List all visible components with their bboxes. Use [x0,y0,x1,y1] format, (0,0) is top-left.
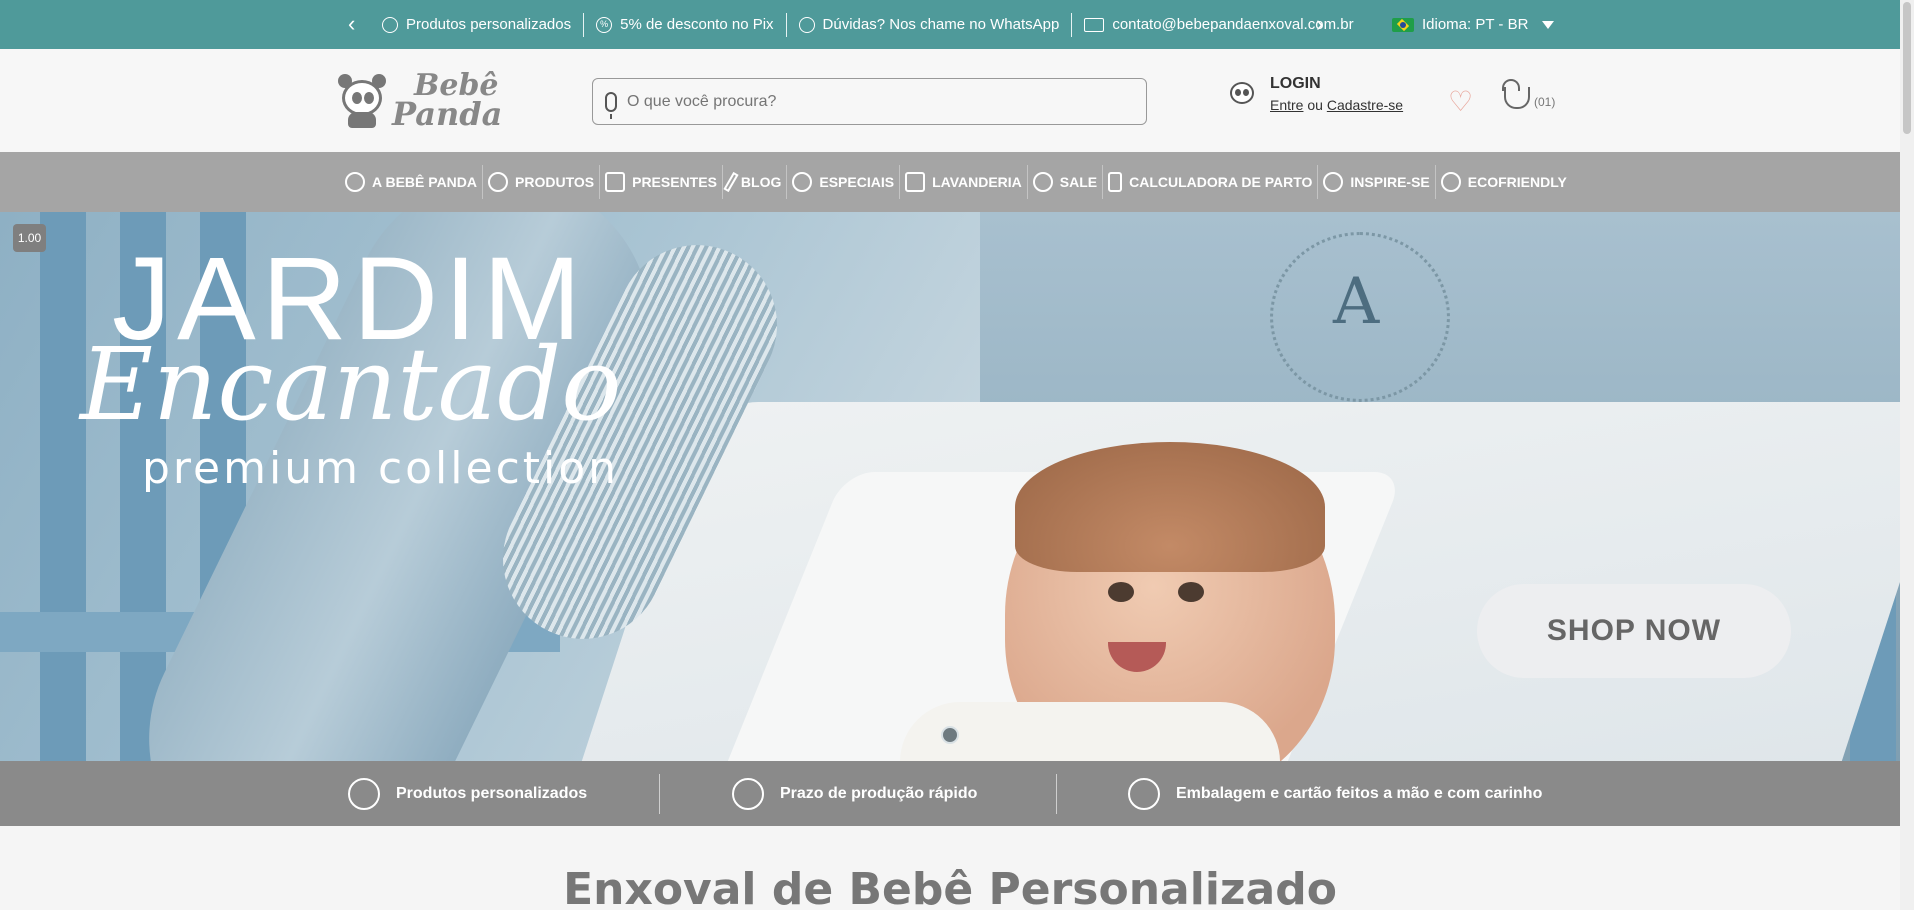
nav-item-a-bebe-panda[interactable]: A BEBÊ PANDA [340,165,484,199]
nav-item-calculadora-de-parto[interactable]: CALCULADORA DE PARTO [1103,165,1319,199]
announcement-bar: ‹ Produtos personalizados % 5% de descon… [0,0,1900,49]
mobile-toy-icon [488,172,509,192]
page: ‹ Produtos personalizados % 5% de descon… [0,0,1914,910]
nav-label: SALE [1059,174,1098,190]
hero-subtitle: premium collection [142,443,620,494]
shop-now-button[interactable]: SHOP NOW [1477,584,1791,678]
nav-item-lavanderia[interactable]: LAVANDERIA [900,165,1028,199]
heart-hand-icon [1128,777,1160,810]
benefit-divider [1056,774,1057,814]
language-label: Idioma: PT - BR [1422,16,1529,33]
pencil-icon [723,171,739,193]
section-title: Enxoval de Bebê Personalizado [563,864,1337,910]
sale-icon [1032,172,1053,192]
hero-banner[interactable]: A JARDIM Encantado premium collection SH… [0,212,1900,761]
nav-label: ECOFRIENDLY [1467,174,1567,190]
announcement-item-personalized[interactable]: Produtos personalizados [370,12,585,37]
nav-label: BLOG [740,174,782,190]
page-scrollbar[interactable] [1900,0,1914,910]
nav-item-sale[interactable]: SALE [1028,165,1104,199]
panda-user-icon [1228,78,1256,110]
announcement-item-whatsapp[interactable]: Dúvidas? Nos chame no WhatsApp [787,12,1073,37]
carousel-dot-active[interactable] [941,726,959,744]
announcement-items: Produtos personalizados % 5% de desconto… [370,0,1366,49]
nav-label: INSPIRE-SE [1350,174,1430,190]
announcement-label: Produtos personalizados [406,16,572,33]
nav-item-blog[interactable]: BLOG [723,165,788,199]
login-title: LOGIN [1270,75,1321,92]
wishlist-heart-icon[interactable]: ♡ [1448,88,1473,116]
embroidered-monogram: A [1270,232,1450,402]
nav-label: PRODUTOS [515,174,595,190]
benefit-label: Prazo de produção rápido [780,784,978,802]
site-header: Bebê Panda LOGIN Entre ou Cadastre-se ♡ [0,49,1900,152]
crib-slat [40,212,86,761]
chevron-down-icon [1542,20,1555,29]
fast-timer-icon [732,777,764,810]
stars-icon [1323,172,1344,192]
nav-item-inspire-se[interactable]: INSPIRE-SE [1318,165,1436,199]
hero-title-line-2: Encantado [80,326,622,443]
microphone-icon[interactable] [605,91,617,119]
benefit-handmade-packaging: Embalagem e cartão feitos a mão e com ca… [1128,761,1542,826]
search-bar [592,78,1147,125]
panda-icon [345,172,365,192]
benefit-label: Produtos personalizados [396,784,588,802]
baby-eye [1108,582,1134,602]
baby-hair [1015,442,1325,572]
benefit-label: Embalagem e cartão feitos a mão e com ca… [1176,784,1543,802]
announcement-next-button[interactable]: › [1316,12,1323,36]
login-link[interactable]: Entre [1270,97,1303,113]
zoom-indicator: 1.00 [13,224,46,252]
nav-label: ESPECIAIS [819,174,895,190]
nav-items: A BEBÊ PANDA PRODUTOS PRESENTES BLOG ESP… [340,152,1572,212]
nav-label: CALCULADORA DE PARTO [1129,174,1313,190]
baby-eye [1178,582,1204,602]
percent-icon: % [596,16,613,33]
scrollbar-thumb[interactable] [1903,2,1911,134]
announcement-label: Dúvidas? Nos chame no WhatsApp [822,16,1060,33]
whatsapp-icon [798,16,815,33]
logo-text: Bebê Panda [392,71,503,133]
nav-item-especiais[interactable]: ESPECIAIS [787,165,901,199]
calculator-icon [1108,172,1123,192]
benefit-personalized: Produtos personalizados [348,761,587,826]
nav-label: LAVANDERIA [932,174,1022,190]
benefit-fast-production: Prazo de produção rápido [732,761,977,826]
palette-icon [348,777,380,810]
brazil-flag-icon [1392,17,1414,32]
nav-item-ecofriendly[interactable]: ECOFRIENDLY [1436,165,1572,199]
logo-line-2: Panda [392,95,503,133]
search-input[interactable] [627,92,1107,111]
baby-carriage-cart-icon [1502,79,1530,109]
special-icon [792,172,813,192]
leaf-hand-icon [1440,172,1461,192]
announcement-item-pix[interactable]: % 5% de desconto no Pix [584,12,787,37]
announcement-prev-button[interactable]: ‹ [348,12,355,36]
monogram-letter: A [1333,265,1380,339]
logo[interactable]: Bebê Panda [338,67,510,133]
panda-logo-icon [338,72,386,128]
benefit-divider [659,774,660,814]
palette-icon [382,16,398,33]
login-links: Entre ou Cadastre-se [1270,97,1403,113]
nav-label: PRESENTES [632,174,717,190]
mail-icon [1084,17,1105,32]
register-link[interactable]: Cadastre-se [1327,97,1403,113]
language-selector[interactable]: Idioma: PT - BR [1392,0,1555,49]
cart-count: (01) [1534,95,1556,109]
announcement-label: 5% de desconto no Pix [620,16,774,33]
login-or-text: ou [1307,97,1323,113]
login-area: LOGIN Entre ou Cadastre-se [1228,75,1403,113]
nav-item-presentes[interactable]: PRESENTES [600,165,723,199]
laundry-icon [905,172,926,192]
gift-icon [605,172,626,192]
nav-item-produtos[interactable]: PRODUTOS [483,165,601,199]
main-navigation: A BEBÊ PANDA PRODUTOS PRESENTES BLOG ESP… [0,152,1900,212]
benefits-bar: Produtos personalizados Prazo de produçã… [0,761,1900,826]
cart-button[interactable]: (01) [1502,79,1556,109]
nav-label: A BEBÊ PANDA [372,174,478,190]
